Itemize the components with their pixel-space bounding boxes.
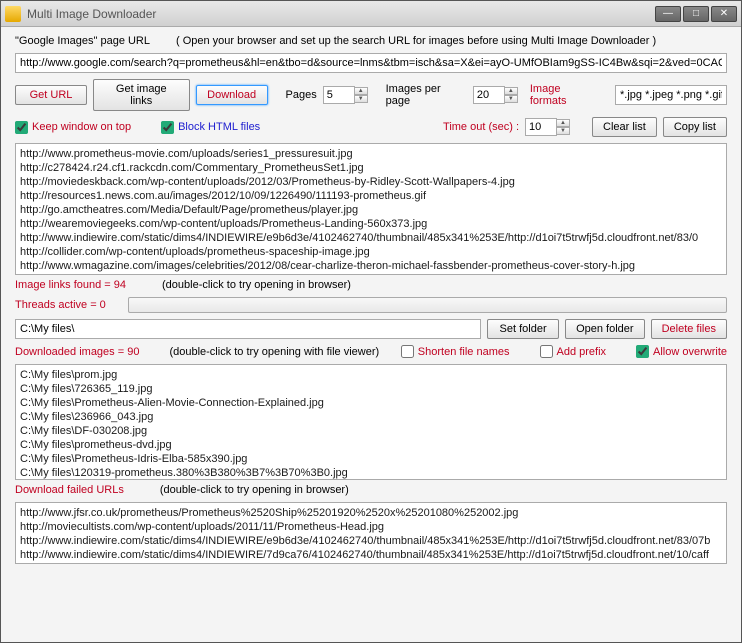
downloaded-files-list[interactable]: C:\My files\prom.jpgC:\My files\726365_1… xyxy=(15,364,727,480)
up-arrow-icon[interactable]: ▲ xyxy=(556,119,570,127)
image-formats-input[interactable] xyxy=(615,85,727,105)
app-window: Multi Image Downloader — □ ✕ "Google Ima… xyxy=(0,0,742,643)
list-item[interactable]: C:\My files\726365_119.jpg xyxy=(20,382,722,396)
url-input[interactable] xyxy=(15,53,727,73)
list-item[interactable]: C:\My files\Prometheus-Idris-Elba-585x39… xyxy=(20,452,722,466)
download-button[interactable]: Download xyxy=(196,85,268,105)
images-per-page-input[interactable] xyxy=(473,86,505,104)
list-item[interactable]: http://moviedeskback.com/wp-content/uplo… xyxy=(20,175,722,189)
keep-on-top-input[interactable] xyxy=(15,121,28,134)
get-url-button[interactable]: Get URL xyxy=(15,85,87,105)
list-item[interactable]: http://moviecultists.com/wp-content/uplo… xyxy=(20,520,722,534)
down-arrow-icon[interactable]: ▼ xyxy=(504,95,518,103)
list-item[interactable]: http://www.indiewire.com/static/dims4/IN… xyxy=(20,534,722,548)
list-item[interactable]: http://wearemoviegeeks.com/wp-content/up… xyxy=(20,217,722,231)
list-item[interactable]: http://collider.com/wp-content/uploads/p… xyxy=(20,245,722,259)
list-item[interactable]: http://www.wmagazine.com/images/celebrit… xyxy=(20,259,722,273)
close-button[interactable]: ✕ xyxy=(711,6,737,22)
image-links-list[interactable]: http://www.prometheus-movie.com/uploads/… xyxy=(15,143,727,275)
down-arrow-icon[interactable]: ▼ xyxy=(354,95,368,103)
url-hint: ( Open your browser and set up the searc… xyxy=(176,35,656,47)
list-item[interactable]: http://michaelgloversmith.files.wordpres… xyxy=(20,273,722,275)
list-item[interactable]: C:\My files\236966_043.jpg xyxy=(20,410,722,424)
titlebar: Multi Image Downloader — □ ✕ xyxy=(1,1,741,27)
minimize-button[interactable]: — xyxy=(655,6,681,22)
window-controls: — □ ✕ xyxy=(655,6,737,22)
download-failed-label: Download failed URLs xyxy=(15,484,124,496)
up-arrow-icon[interactable]: ▲ xyxy=(354,87,368,95)
open-folder-button[interactable]: Open folder xyxy=(565,319,644,339)
list-item[interactable]: http://www.indiewire.com/static/dims4/IN… xyxy=(20,231,722,245)
list-item[interactable]: http://www.prometheus-movie.com/uploads/… xyxy=(20,147,722,161)
list-item[interactable]: http://resources1.news.com.au/images/201… xyxy=(20,189,722,203)
list-item[interactable]: C:\My files\prom.jpg xyxy=(20,368,722,382)
shorten-names-label: Shorten file names xyxy=(418,346,510,358)
down-arrow-icon[interactable]: ▼ xyxy=(556,127,570,135)
progress-bar xyxy=(128,297,727,313)
image-formats-label: Image formats xyxy=(530,83,599,107)
pages-input[interactable] xyxy=(323,86,355,104)
up-arrow-icon[interactable]: ▲ xyxy=(504,87,518,95)
shorten-names-input[interactable] xyxy=(401,345,414,358)
links-hint: (double-click to try opening in browser) xyxy=(162,279,351,291)
allow-overwrite-checkbox[interactable]: Allow overwrite xyxy=(636,345,727,358)
images-per-page-label: Images per page xyxy=(386,83,467,107)
add-prefix-checkbox[interactable]: Add prefix xyxy=(540,345,607,358)
downloaded-images-label: Downloaded images = 90 xyxy=(15,346,139,358)
pages-spinner[interactable]: ▲▼ xyxy=(323,86,368,104)
timeout-spinner[interactable]: ▲▼ xyxy=(525,118,570,136)
downloaded-hint: (double-click to try opening with file v… xyxy=(169,346,379,358)
list-item[interactable]: C:\My files\prometheus-dvd.jpg xyxy=(20,438,722,452)
clear-list-button[interactable]: Clear list xyxy=(592,117,657,137)
list-item[interactable]: C:\My files\DF-030208.jpg xyxy=(20,424,722,438)
app-icon xyxy=(5,6,21,22)
timeout-input[interactable] xyxy=(525,118,557,136)
block-html-input[interactable] xyxy=(161,121,174,134)
pages-label: Pages xyxy=(286,89,317,101)
folder-input[interactable] xyxy=(15,319,481,339)
url-label: "Google Images" page URL xyxy=(15,35,150,47)
list-item[interactable]: C:\My files\Prometheus-Alien-Movie-Conne… xyxy=(20,396,722,410)
timeout-label: Time out (sec) : xyxy=(443,121,519,133)
allow-overwrite-label: Allow overwrite xyxy=(653,346,727,358)
list-item[interactable]: http://www.indiewire.com/static/dims4/IN… xyxy=(20,548,722,562)
block-html-checkbox[interactable]: Block HTML files xyxy=(161,121,260,134)
maximize-button[interactable]: □ xyxy=(683,6,709,22)
window-title: Multi Image Downloader xyxy=(27,7,655,21)
block-html-label: Block HTML files xyxy=(178,121,260,133)
list-item[interactable]: http://www.jfsr.co.uk/prometheus/Prometh… xyxy=(20,506,722,520)
set-folder-button[interactable]: Set folder xyxy=(487,319,559,339)
keep-on-top-checkbox[interactable]: Keep window on top xyxy=(15,121,131,134)
add-prefix-input[interactable] xyxy=(540,345,553,358)
links-found-label: Image links found = 94 xyxy=(15,279,126,291)
content-area: "Google Images" page URL ( Open your bro… xyxy=(1,27,741,642)
copy-list-button[interactable]: Copy list xyxy=(663,117,727,137)
failed-urls-list[interactable]: http://www.jfsr.co.uk/prometheus/Prometh… xyxy=(15,502,727,564)
list-item[interactable]: http://c278424.r24.cf1.rackcdn.com/Comme… xyxy=(20,161,722,175)
failed-hint: (double-click to try opening in browser) xyxy=(160,484,349,496)
shorten-names-checkbox[interactable]: Shorten file names xyxy=(401,345,510,358)
images-per-page-spinner[interactable]: ▲▼ xyxy=(473,86,518,104)
keep-on-top-label: Keep window on top xyxy=(32,121,131,133)
allow-overwrite-input[interactable] xyxy=(636,345,649,358)
list-item[interactable]: http://go.amctheatres.com/Media/Default/… xyxy=(20,203,722,217)
get-image-links-button[interactable]: Get image links xyxy=(93,79,190,111)
add-prefix-label: Add prefix xyxy=(557,346,607,358)
delete-files-button[interactable]: Delete files xyxy=(651,319,727,339)
threads-active-label: Threads active = 0 xyxy=(15,299,106,311)
list-item[interactable]: C:\My files\120319-prometheus.380%3B380%… xyxy=(20,466,722,480)
